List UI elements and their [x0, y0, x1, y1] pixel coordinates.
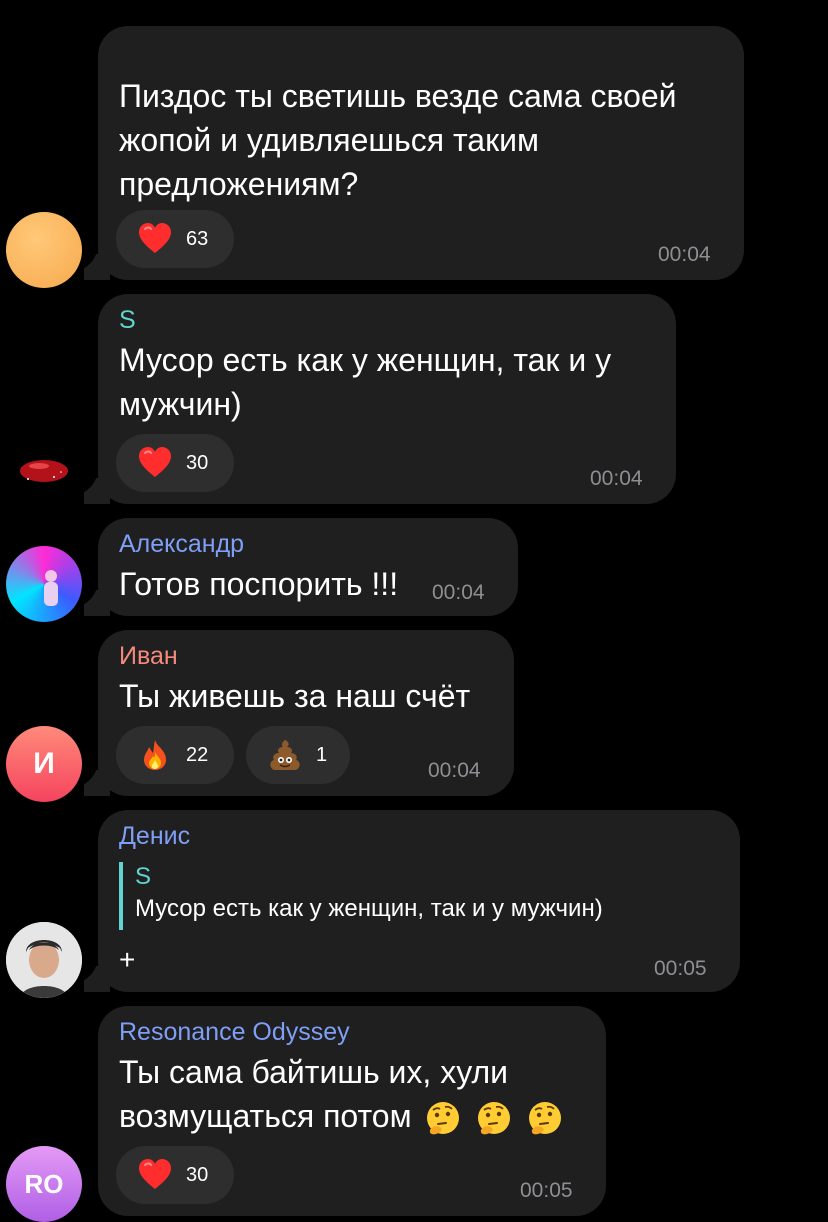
- message-text: Готов поспорить !!!: [119, 566, 399, 602]
- message-text: +: [119, 944, 136, 975]
- reaction-count: 1: [316, 743, 328, 766]
- message-bubble[interactable]: S Мусор есть как у женщин, так и у мужчи…: [98, 294, 676, 504]
- message-text: Пиздос ты светишь везде сама своей жопой…: [119, 78, 677, 202]
- avatar[interactable]: [6, 922, 82, 998]
- reaction-heart[interactable]: 63: [116, 210, 234, 268]
- message-time: 00:05: [654, 957, 707, 980]
- fire-icon: [138, 738, 172, 772]
- avatar[interactable]: RO: [6, 1146, 82, 1222]
- reaction-heart[interactable]: 30: [116, 1146, 234, 1204]
- red-heart-icon: [138, 222, 172, 256]
- message-time: 00:04: [658, 243, 711, 266]
- thinking-face-icon: [424, 1100, 462, 1138]
- reaction-count: 63: [186, 227, 209, 250]
- message-bubble[interactable]: Иван Ты живешь за наш счёт 22 1 00:04: [98, 630, 514, 796]
- bubble-tail: [70, 244, 110, 280]
- avatar[interactable]: [6, 546, 82, 622]
- reaction-count: 30: [186, 1163, 209, 1186]
- message-text: Ты живешь за наш счёт: [119, 678, 471, 714]
- avatar[interactable]: [6, 435, 82, 511]
- avatar-initials: RO: [24, 1168, 64, 1199]
- sender-name[interactable]: Resonance Odyssey: [119, 1018, 350, 1047]
- sender-name[interactable]: Александр: [119, 530, 244, 559]
- thinking-face-icon: [526, 1100, 564, 1138]
- message-time: 00:04: [428, 759, 481, 782]
- sender-name[interactable]: Иван: [119, 642, 178, 671]
- message-bubble[interactable]: Пиздос ты светишь везде сама своей жопой…: [98, 26, 744, 280]
- message-bubble[interactable]: Денис S Мусор есть как у женщин, так и у…: [98, 810, 740, 992]
- avatar[interactable]: И: [6, 726, 82, 802]
- message-time: 00:04: [432, 581, 485, 604]
- avatar-image: [20, 460, 68, 482]
- message-text: Мусор есть как у женщин, так и у мужчин): [119, 342, 612, 422]
- red-heart-icon: [138, 1158, 172, 1192]
- message-text: Ты сама байтишь их, хули возмущаться пот…: [119, 1050, 564, 1138]
- bubble-tail: [70, 468, 110, 504]
- avatar-initial: И: [33, 747, 55, 780]
- reaction-count: 22: [186, 743, 209, 766]
- message-bubble[interactable]: Resonance Odyssey Ты сама байтишь их, ху…: [98, 1006, 606, 1216]
- message-bubble[interactable]: Александр Готов поспорить !!! 00:04: [98, 518, 518, 616]
- avatar[interactable]: [6, 212, 82, 288]
- avatar-image: [6, 922, 82, 998]
- thinking-face-icon: [475, 1100, 513, 1138]
- reply-sender: S: [135, 863, 152, 890]
- reaction-fire[interactable]: 22: [116, 726, 234, 784]
- red-heart-icon: [138, 446, 172, 480]
- reaction-heart[interactable]: 30: [116, 434, 234, 492]
- sender-name[interactable]: Денис: [119, 822, 190, 851]
- bubble-tail: [70, 760, 110, 796]
- reaction-count: 30: [186, 451, 209, 474]
- message-time: 00:05: [520, 1179, 573, 1202]
- message-time: 00:04: [590, 467, 643, 490]
- bubble-tail: [70, 956, 110, 992]
- bubble-tail: [70, 580, 110, 616]
- avatar-image: [44, 570, 58, 606]
- reply-text: Мусор есть как у женщин, так и у мужчин): [135, 895, 603, 922]
- reply-quote[interactable]: S Мусор есть как у женщин, так и у мужчи…: [119, 862, 603, 930]
- sender-name[interactable]: S: [119, 306, 136, 335]
- pile-of-poo-icon: [268, 738, 302, 772]
- reaction-poo[interactable]: 1: [246, 726, 350, 784]
